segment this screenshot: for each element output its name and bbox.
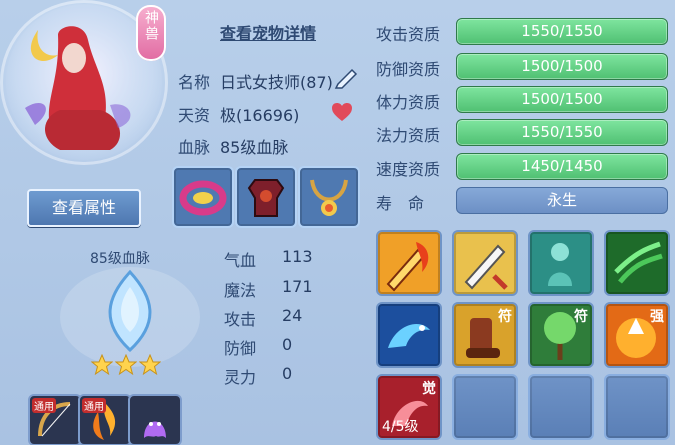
star-icon — [91, 354, 113, 376]
aptitude-value-attack: 1550/1550 — [521, 22, 603, 40]
attribute-value-spirit: 0 — [282, 364, 293, 383]
star-rating — [91, 354, 161, 378]
general-tag: 通用 — [82, 398, 106, 413]
dragon-icon — [388, 324, 430, 348]
aptitude-label-magic: 法力资质 — [376, 126, 441, 145]
attribute-label-spirit: 灵力 — [224, 368, 257, 387]
aptitude-value-speed: 1450/1450 — [521, 157, 603, 175]
lifespan-bar: 永生 — [456, 187, 668, 214]
sword-fire-icon — [386, 242, 429, 292]
skill-slot-empty-2[interactable] — [528, 374, 594, 440]
aptitude-value-stamina: 1500/1500 — [521, 90, 603, 108]
attribute-value-mp: 171 — [282, 277, 313, 296]
skill-slot-empty-1[interactable] — [452, 374, 518, 440]
view-attributes-button[interactable]: 查看属性 — [27, 189, 141, 227]
strength-tag: 强 — [650, 309, 664, 325]
view-pet-details-link[interactable]: 查看宠物详情 — [220, 20, 316, 44]
general-tag: 通用 — [32, 398, 56, 413]
equipment-slot-necklace[interactable] — [298, 166, 360, 228]
edit-pencil-icon[interactable] — [332, 66, 360, 90]
bracelet-icon — [179, 180, 227, 216]
star-icon — [139, 354, 161, 376]
aptitude-label-speed: 速度资质 — [376, 160, 441, 179]
skill-slot-6[interactable]: 符 — [452, 302, 518, 368]
aptitude-bar-magic: 1550/1550 — [456, 119, 668, 146]
armor-icon — [247, 179, 285, 217]
skill-slot-7[interactable]: 符 — [528, 302, 594, 368]
attribute-value-defense: 0 — [282, 335, 293, 354]
skill-slot-5[interactable] — [376, 302, 442, 368]
attribute-label-defense: 防御 — [224, 339, 257, 358]
aptitude-bar-attack: 1550/1550 — [456, 18, 668, 45]
equipment-slot-bracelet[interactable] — [172, 166, 234, 228]
divine-beast-badge: 神兽 — [136, 5, 166, 61]
attribute-label-attack: 攻击 — [224, 310, 257, 329]
name-label: 名称 — [178, 73, 211, 92]
sword-strike-icon — [464, 244, 508, 290]
aptitude-value: 极(16696) — [220, 106, 300, 125]
aptitude-bar-defense: 1500/1500 — [456, 53, 668, 80]
view-attributes-label: 查看属性 — [51, 198, 116, 217]
bloodline-value: 85级血脉 — [220, 138, 289, 157]
skill-slot-2[interactable] — [452, 230, 518, 296]
claw-icon — [614, 241, 663, 284]
pet-detail-panel: 神兽 查看宠物详情 名称 日式女技师(87) 天资 极(16696) 血脉 85… — [0, 0, 675, 445]
heart-icon[interactable] — [330, 101, 354, 123]
equipment-slot-armor[interactable] — [235, 166, 297, 228]
talisman-tag: 符 — [498, 309, 512, 325]
attribute-label-mp: 魔法 — [224, 281, 257, 300]
aptitude-label: 天资 — [178, 106, 211, 125]
necklace-icon — [310, 179, 348, 216]
aptitude-bar-speed: 1450/1450 — [456, 153, 668, 180]
star-icon — [115, 354, 137, 376]
attribute-value-hp: 113 — [282, 247, 313, 266]
skill-slot-awakened[interactable]: 觉 4/5级 — [376, 374, 442, 440]
badge-text: 神兽 — [143, 10, 159, 42]
pet-name: 日式女技师(87) — [220, 73, 333, 92]
skill-slot-8[interactable]: 强 — [604, 302, 670, 368]
skill-slot-empty-3[interactable] — [604, 374, 670, 440]
ghost-icon — [144, 421, 166, 438]
talisman-tag: 符 — [574, 309, 588, 325]
bloodline-label: 血脉 — [178, 138, 211, 157]
attribute-label-hp: 气血 — [224, 251, 257, 270]
attribute-value-attack: 24 — [282, 306, 303, 325]
aptitude-label-defense: 防御资质 — [376, 60, 441, 79]
lifespan-value: 永生 — [546, 191, 577, 209]
aptitude-value-defense: 1500/1500 — [521, 57, 603, 75]
item-slot-bow[interactable]: 通用 — [28, 394, 82, 445]
skill-slot-4[interactable] — [604, 230, 670, 296]
skill-slot-1[interactable] — [376, 230, 442, 296]
item-slot-ghost[interactable] — [128, 394, 182, 445]
spirit-icon — [548, 243, 572, 286]
aptitude-label-attack: 攻击资质 — [376, 25, 441, 44]
item-slot-flame[interactable]: 通用 — [78, 394, 132, 445]
awakened-tag: 觉 — [422, 381, 436, 397]
aptitude-bar-stamina: 1500/1500 — [456, 86, 668, 113]
skill-slot-3[interactable] — [528, 230, 594, 296]
lifespan-label: 寿 命 — [376, 194, 425, 213]
awakened-level: 4/5级 — [382, 419, 419, 435]
aptitude-label-stamina: 体力资质 — [376, 93, 441, 112]
aptitude-value-magic: 1550/1550 — [521, 123, 603, 141]
